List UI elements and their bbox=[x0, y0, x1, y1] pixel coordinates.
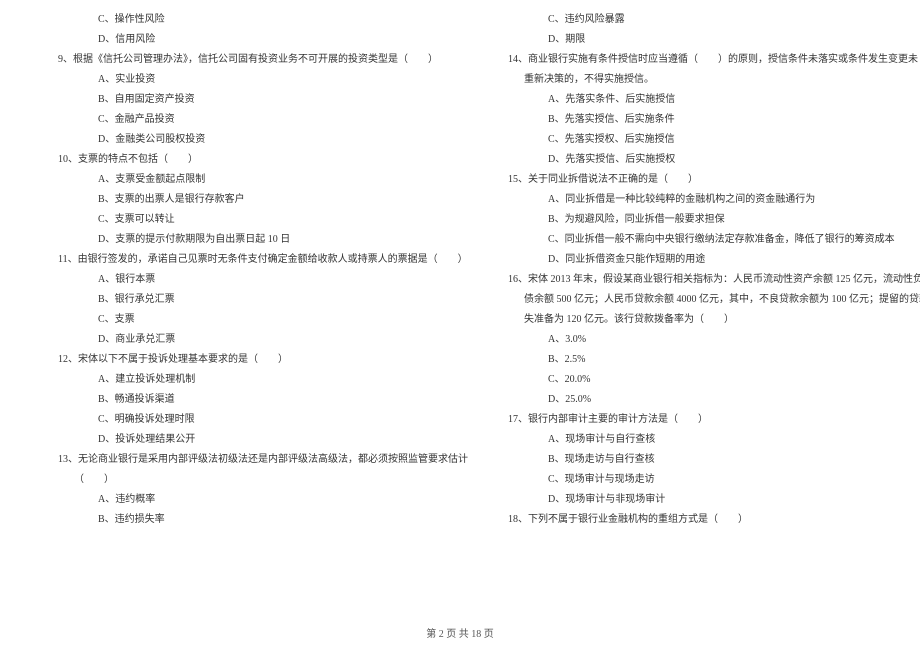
option-text: A、3.0% bbox=[500, 330, 880, 350]
question-text: 失准备为 120 亿元。该行贷款拨备率为（ ） bbox=[500, 310, 880, 330]
question-text: （ ） bbox=[50, 470, 430, 490]
option-text: C、操作性风险 bbox=[50, 10, 430, 30]
right-column: C、违约风险暴露D、期限14、商业银行实施有条件授信时应当遵循（ ）的原则，授信… bbox=[460, 10, 920, 620]
option-text: C、支票 bbox=[50, 310, 430, 330]
option-text: A、支票受金额起点限制 bbox=[50, 170, 430, 190]
option-text: A、建立投诉处理机制 bbox=[50, 370, 430, 390]
option-text: A、实业投资 bbox=[50, 70, 430, 90]
option-text: C、明确投诉处理时限 bbox=[50, 410, 430, 430]
option-text: A、违约概率 bbox=[50, 490, 430, 510]
option-text: D、支票的提示付款期限为自出票日起 10 日 bbox=[50, 230, 430, 250]
question-text: 18、下列不属于银行业金融机构的重组方式是（ ） bbox=[500, 510, 880, 530]
question-text: 15、关于同业拆借说法不正确的是（ ） bbox=[500, 170, 880, 190]
question-text: 14、商业银行实施有条件授信时应当遵循（ ）的原则，授信条件未落实或条件发生变更… bbox=[500, 50, 880, 70]
question-text: 9、根据《信托公司管理办法》，信托公司固有投资业务不可开展的投资类型是（ ） bbox=[50, 50, 430, 70]
question-text: 10、支票的特点不包括（ ） bbox=[50, 150, 430, 170]
question-text: 债余额 500 亿元；人民币贷款余额 4000 亿元，其中，不良贷款余额为 10… bbox=[500, 290, 880, 310]
option-text: A、银行本票 bbox=[50, 270, 430, 290]
option-text: A、现场审计与自行查核 bbox=[500, 430, 880, 450]
question-text: 11、由银行签发的，承诺自己见票时无条件支付确定金额给收款人或持票人的票据是（ … bbox=[50, 250, 430, 270]
question-text: 重新决策的，不得实施授信。 bbox=[500, 70, 880, 90]
option-text: B、自用固定资产投资 bbox=[50, 90, 430, 110]
option-text: B、银行承兑汇票 bbox=[50, 290, 430, 310]
option-text: B、先落实授信、后实施条件 bbox=[500, 110, 880, 130]
page-footer: 第 2 页 共 18 页 bbox=[0, 625, 920, 640]
option-text: D、同业拆借资金只能作短期的用途 bbox=[500, 250, 880, 270]
option-text: D、商业承兑汇票 bbox=[50, 330, 430, 350]
option-text: D、投诉处理结果公开 bbox=[50, 430, 430, 450]
left-column: C、操作性风险D、信用风险9、根据《信托公司管理办法》，信托公司固有投资业务不可… bbox=[0, 10, 460, 620]
option-text: A、同业拆借是一种比较纯粹的金融机构之间的资金融通行为 bbox=[500, 190, 880, 210]
question-text: 12、宋体以下不属于投诉处理基本要求的是（ ） bbox=[50, 350, 430, 370]
option-text: A、先落实条件、后实施授信 bbox=[500, 90, 880, 110]
option-text: B、违约损失率 bbox=[50, 510, 430, 530]
option-text: B、现场走访与自行查核 bbox=[500, 450, 880, 470]
option-text: C、金融产品投资 bbox=[50, 110, 430, 130]
option-text: B、畅通投诉渠道 bbox=[50, 390, 430, 410]
option-text: C、20.0% bbox=[500, 370, 880, 390]
page-container: C、操作性风险D、信用风险9、根据《信托公司管理办法》，信托公司固有投资业务不可… bbox=[0, 0, 920, 620]
option-text: D、金融类公司股权投资 bbox=[50, 130, 430, 150]
question-text: 16、宋体 2013 年末，假设某商业银行相关指标为：人民币流动性资产余额 12… bbox=[500, 270, 880, 290]
option-text: C、违约风险暴露 bbox=[500, 10, 880, 30]
option-text: B、为规避风险，同业拆借一般要求担保 bbox=[500, 210, 880, 230]
option-text: D、25.0% bbox=[500, 390, 880, 410]
option-text: D、现场审计与非现场审计 bbox=[500, 490, 880, 510]
option-text: C、现场审计与现场走访 bbox=[500, 470, 880, 490]
option-text: D、期限 bbox=[500, 30, 880, 50]
question-text: 17、银行内部审计主要的审计方法是（ ） bbox=[500, 410, 880, 430]
option-text: B、支票的出票人是银行存款客户 bbox=[50, 190, 430, 210]
option-text: D、信用风险 bbox=[50, 30, 430, 50]
option-text: C、支票可以转让 bbox=[50, 210, 430, 230]
question-text: 13、无论商业银行是采用内部评级法初级法还是内部评级法高级法，都必须按照监管要求… bbox=[50, 450, 430, 470]
option-text: D、先落实授信、后实施授权 bbox=[500, 150, 880, 170]
option-text: B、2.5% bbox=[500, 350, 880, 370]
option-text: C、先落实授权、后实施授信 bbox=[500, 130, 880, 150]
option-text: C、同业拆借一般不需向中央银行缴纳法定存款准备金，降低了银行的筹资成本 bbox=[500, 230, 880, 250]
